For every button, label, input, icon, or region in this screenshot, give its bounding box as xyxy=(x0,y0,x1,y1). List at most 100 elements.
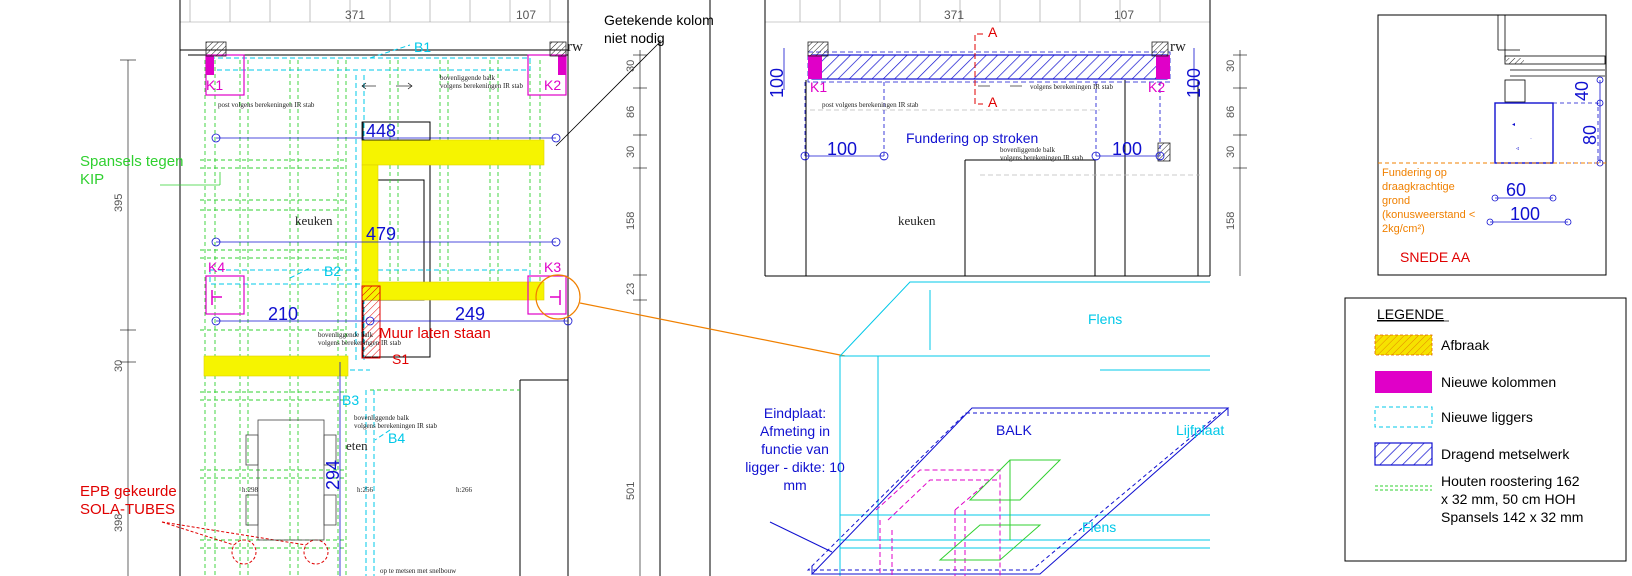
callout-kolom-2: niet nodig xyxy=(604,30,665,46)
section-dim-60: 60 xyxy=(1506,180,1526,200)
right-note-balk-2: volgens berekeningen IR stab xyxy=(1000,154,1084,162)
eindplaat-5: mm xyxy=(783,477,806,493)
right-note-balk: bovenliggende balk xyxy=(1000,146,1056,154)
legend-label-roostering-1: Houten roostering 162 xyxy=(1441,473,1580,489)
note-balk-top-2: volgens berekeningen IR stab xyxy=(440,82,524,90)
dim-371: 371 xyxy=(345,8,365,22)
note-post: post volgens berekeningen IR stab xyxy=(218,101,315,109)
section-dim-80: 80 xyxy=(1580,125,1600,145)
far-dim-30: 30 xyxy=(113,360,125,372)
section-title: SNEDE AA xyxy=(1400,249,1471,265)
room-keuken: keuken xyxy=(295,213,333,228)
right-side-dim-158: 158 xyxy=(1225,212,1237,230)
right-dim-107: 107 xyxy=(1114,8,1134,22)
eindplaat-2: Afmeting in xyxy=(760,423,830,439)
column-K4: K4 xyxy=(208,259,225,275)
legend-label-roostering-3: Spansels 142 x 32 mm xyxy=(1441,509,1583,525)
dim-210: 210 xyxy=(268,304,298,324)
section-dim-100: 100 xyxy=(1510,204,1540,224)
concrete-mark-1: ◂ xyxy=(1512,122,1515,128)
note-balk-mid: bovenliggende balk xyxy=(318,331,374,339)
beam-B4: B4 xyxy=(388,430,405,446)
section-dim-40: 40 xyxy=(1572,81,1592,101)
right-column-K2: K2 xyxy=(1148,79,1165,95)
flens-top: Flens xyxy=(1088,311,1122,327)
callout-muur: Muur laten staan xyxy=(379,325,491,342)
section-mark-A-top: A xyxy=(988,24,998,40)
foundation-note-5: 2kg/cm²) xyxy=(1382,223,1425,235)
flens-bottom: Flens xyxy=(1082,519,1116,535)
foundation-note-4: (konusweerstand < xyxy=(1382,209,1475,221)
concrete-mark-2: · xyxy=(1530,136,1532,142)
lijfplaat-label: Lijfplaat xyxy=(1176,422,1224,438)
callout-epb-1: EPB gekeurde xyxy=(80,483,177,500)
section-mark-A-bottom: A xyxy=(988,94,998,110)
rw-label: rw xyxy=(567,39,583,55)
callout-epb-2: SOLA-TUBES xyxy=(80,501,175,518)
side-dim-23: 23 xyxy=(625,283,637,295)
foundation-note-3: grond xyxy=(1382,195,1410,207)
foundation-note-2: draagkrachtige xyxy=(1382,181,1455,193)
eindplaat-1: Eindplaat: xyxy=(764,405,826,421)
callout-kolom-1: Getekende kolom xyxy=(604,12,714,28)
beam-detail: Flens Flens BALK Lijfplaat Eindplaat: Af… xyxy=(745,281,1230,576)
support-S1: S1 xyxy=(392,351,409,367)
room-eten: eten xyxy=(346,438,368,453)
side-dim-30a: 30 xyxy=(625,60,637,72)
foundation-note-1: Fundering op xyxy=(1382,167,1447,179)
legend-title: LEGENDE xyxy=(1377,306,1444,322)
section-AA: ◂ · ◃ 40 80 60 100 Fundering op draagkra… xyxy=(1377,14,1607,276)
side-dim-86: 86 xyxy=(625,106,637,118)
column-K1: K1 xyxy=(206,77,223,93)
legend-label-kolommen: Nieuwe kolommen xyxy=(1441,374,1556,390)
right-dim-100-left: 100 xyxy=(767,68,787,98)
legend-swatch-afbraak xyxy=(1375,335,1432,355)
far-dim-395: 395 xyxy=(113,194,125,212)
right-dim-371: 371 xyxy=(944,8,964,22)
note-balk-low-2: volgens berekeningen IR stab xyxy=(354,422,438,430)
note-h2: h:256 xyxy=(357,486,373,494)
legend-label-metselwerk: Dragend metselwerk xyxy=(1441,446,1570,462)
legend-label-liggers: Nieuwe liggers xyxy=(1441,409,1533,425)
note-h3: h:266 xyxy=(456,486,472,494)
beam-B2: B2 xyxy=(324,263,341,279)
beam-B1: B1 xyxy=(414,39,431,55)
right-side-dim-30b: 30 xyxy=(1225,146,1237,158)
dim-479: 479 xyxy=(366,224,396,244)
note-balk-top: bovenliggende balk xyxy=(440,74,496,82)
eindplaat-4: ligger - dikte: 10 xyxy=(745,459,845,475)
balk-label: BALK xyxy=(996,422,1032,438)
right-side-dim-30a: 30 xyxy=(1225,60,1237,72)
callout-spansels-2: KIP xyxy=(80,171,104,188)
legend-label-roostering-2: x 32 mm, 50 cm HOH xyxy=(1441,491,1576,507)
right-column-K1: K1 xyxy=(810,79,827,95)
dim-249: 249 xyxy=(455,304,485,324)
right-room-keuken: keuken xyxy=(898,213,936,228)
right-dim-100-b: 100 xyxy=(1112,139,1142,159)
beam-B3: B3 xyxy=(342,392,359,408)
right-note-balk-top: volgens berekeningen IR stab xyxy=(1030,83,1114,91)
side-dim-158: 158 xyxy=(625,212,637,230)
right-side-dim-86: 86 xyxy=(1225,106,1237,118)
side-dim-501: 501 xyxy=(625,482,637,500)
foundation-label: Fundering op stroken xyxy=(906,130,1038,146)
dim-294: 294 xyxy=(323,460,343,490)
callout-spansels-1: Spansels tegen xyxy=(80,153,183,170)
technical-drawing: 371 107 rw K1 K2 K3 K4 B1 B2 B3 B4 S1 44… xyxy=(80,0,1627,576)
dim-107: 107 xyxy=(516,8,536,22)
note-h1: h:298 xyxy=(242,486,258,494)
dim-448: 448 xyxy=(366,121,396,141)
eindplaat-3: functie van xyxy=(761,441,829,457)
side-dim-30b: 30 xyxy=(625,146,637,158)
note-snelbouw: op te metsen met snelbouw xyxy=(380,567,457,575)
right-note-post: post volgens berekeningen IR stab xyxy=(822,101,919,109)
note-balk-low: bovenliggende balk xyxy=(354,414,410,422)
right-dim-100-a: 100 xyxy=(827,139,857,159)
column-K2: K2 xyxy=(544,77,561,93)
legend-label-afbraak: Afbraak xyxy=(1441,337,1490,353)
right-plan-labels: 371 107 rw K1 K2 A A 100 100 100 100 Fun… xyxy=(767,8,1237,230)
legend-swatch-metselwerk xyxy=(1374,442,1433,466)
column-K3: K3 xyxy=(544,259,561,275)
legend: LEGENDE Afbraak Nieuwe kolommen Nieuwe l… xyxy=(1344,297,1627,562)
right-rw-label: rw xyxy=(1170,39,1186,55)
